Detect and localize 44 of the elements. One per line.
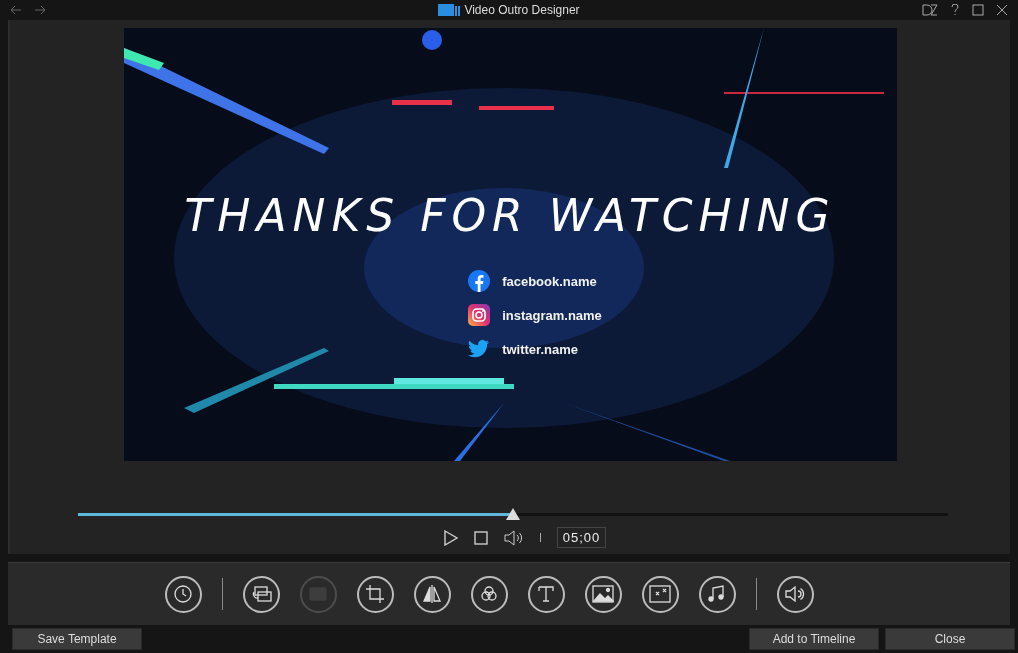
text-button[interactable]: [527, 575, 565, 613]
instagram-icon: [468, 304, 491, 326]
close-button[interactable]: Close: [885, 628, 1015, 650]
duration-button[interactable]: [164, 575, 202, 613]
close-icon[interactable]: [996, 4, 1008, 16]
window-title: Video Outro Designer: [464, 3, 580, 17]
play-icon[interactable]: [443, 529, 458, 546]
seek-handle[interactable]: [506, 508, 520, 520]
image-button[interactable]: [584, 575, 622, 613]
maximize-icon[interactable]: [972, 4, 984, 16]
music-button[interactable]: [698, 575, 736, 613]
divider-mark: [539, 533, 541, 542]
add-to-timeline-button[interactable]: Add to Timeline: [749, 628, 879, 650]
circles-icon: [478, 584, 500, 604]
stop-icon[interactable]: [473, 530, 488, 545]
crop-button[interactable]: [356, 575, 394, 613]
speaker-icon[interactable]: [503, 529, 524, 546]
flip-button[interactable]: [413, 575, 451, 613]
crop-icon: [364, 584, 386, 604]
speaker-icon: [784, 584, 806, 604]
image-icon: [592, 584, 614, 604]
account-icon[interactable]: [922, 4, 938, 16]
particle-button[interactable]: [641, 575, 679, 613]
forward-icon[interactable]: [34, 5, 46, 15]
social-handle: twitter.name: [502, 341, 578, 357]
bird-icon: [468, 339, 491, 359]
save-template-button[interactable]: Save Template: [12, 628, 142, 650]
time-display: 05;00: [556, 527, 607, 548]
screen-icon: [307, 584, 329, 604]
flip-icon: [421, 584, 443, 604]
swap-icon: [250, 584, 272, 604]
back-icon[interactable]: [10, 5, 22, 15]
replace-button[interactable]: [242, 575, 280, 613]
app-logo-icon: [438, 4, 461, 16]
color-button[interactable]: [470, 575, 508, 613]
headline-text: THANKS FOR WATCHING: [184, 190, 836, 241]
clock-icon: [172, 584, 194, 604]
text-icon: [535, 584, 557, 604]
social-handle: facebook.name: [502, 273, 597, 289]
sparkle-icon: [649, 584, 671, 604]
social-handle: instagram.name: [502, 307, 602, 323]
volume-button[interactable]: [776, 575, 814, 613]
facebook-icon: [468, 270, 491, 292]
help-icon[interactable]: [950, 4, 960, 16]
